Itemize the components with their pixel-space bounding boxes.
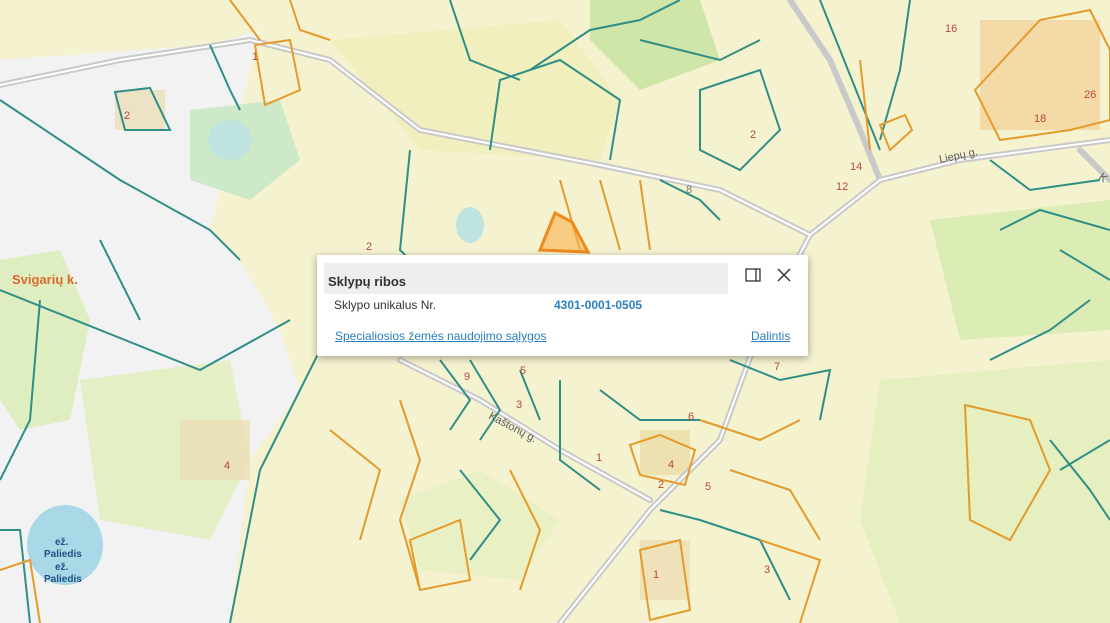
share-link[interactable]: Dalintis [751,329,790,343]
close-icon [777,268,791,282]
meadow-area [860,360,1110,623]
parcel-number: 4 [668,459,674,471]
parcel-number: 1 [596,452,602,464]
parcel-number: 3 [764,564,770,576]
parcel-id-label: Sklypo unikalus Nr. [334,298,437,312]
pond [208,120,252,160]
parcel-number: 2 [658,479,664,491]
parcel-number: 1 [252,51,258,63]
pond [456,207,484,243]
parcel-number: 6 [688,411,694,423]
parcel-number: 5 [520,365,526,377]
parcel-number: 7 [774,361,780,373]
special-land-use-link[interactable]: Specialiosios žemės naudojimo sąlygos [335,329,546,343]
lake-label-top-line1: ež. [55,537,69,548]
parcel-number: 5 [705,481,711,493]
parcel-number: 2 [750,129,756,141]
close-button[interactable] [774,265,794,285]
popup-title: Sklypų ribos [328,274,407,289]
parcel-id-value[interactable]: 4301-0001-0505 [554,298,642,312]
parcel-number: 2 [366,241,372,253]
parcel-number: 16 [945,23,957,35]
parcel-number: 2 [124,110,130,122]
village-label: Svigarių k. [12,272,78,287]
dock-panel-button[interactable] [743,265,763,285]
popup-header: Sklypų ribos [324,263,728,294]
parcel-number: 9 [464,371,470,383]
dock-panel-icon [745,268,761,282]
parcel-number: 3 [516,399,522,411]
lake-label-top-line2: Paliedis [44,549,82,560]
parcel-number: 1 [653,569,659,581]
lake-label-bottom-line1: ež. [55,562,69,573]
parcel-number: 14 [850,161,862,173]
parcel-number: 26 [1084,89,1096,101]
parcel-number: 12 [836,181,848,193]
lake-label-bottom-line2: Paliedis [44,574,82,585]
parcel-number: 8 [686,184,692,196]
parcel-info-popup: Sklypų ribos Sklypo unikalus Nr. 4301-00… [317,255,808,356]
parcel-number: 4 [224,460,230,472]
built-up-area [180,420,250,480]
parcel-number: 18 [1034,113,1046,125]
